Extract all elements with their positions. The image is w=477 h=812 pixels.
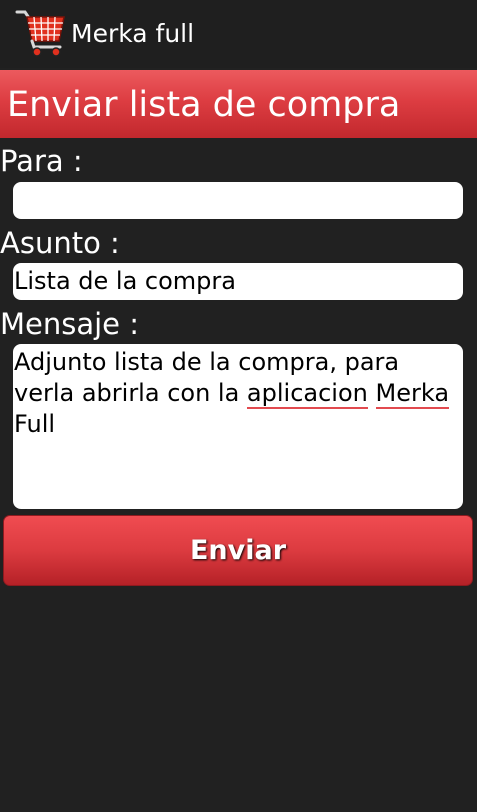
para-field[interactable] [13,182,463,219]
misspelled-word: aplicacion [246,379,368,409]
mensaje-text-part: Full [14,410,56,438]
para-label: Para : [0,144,83,178]
shopping-cart-icon[interactable] [15,8,67,58]
action-bar: Merka full [0,0,477,68]
mensaje-field[interactable]: Adjunto lista de la compra, para verla a… [13,344,463,509]
mensaje-label: Mensaje : [0,307,140,341]
asunto-field[interactable]: Lista de la compra [13,263,463,300]
asunto-label: Asunto : [0,226,120,260]
app-title: Merka full [71,19,195,48]
mensaje-text: Adjunto lista de la compra, para verla a… [14,347,462,440]
mensaje-text-part [368,379,376,407]
misspelled-word: Merka [375,379,450,409]
send-button-label: Enviar [189,535,287,566]
send-button[interactable]: Enviar [3,515,473,586]
page-title: Enviar lista de compra [7,85,401,125]
